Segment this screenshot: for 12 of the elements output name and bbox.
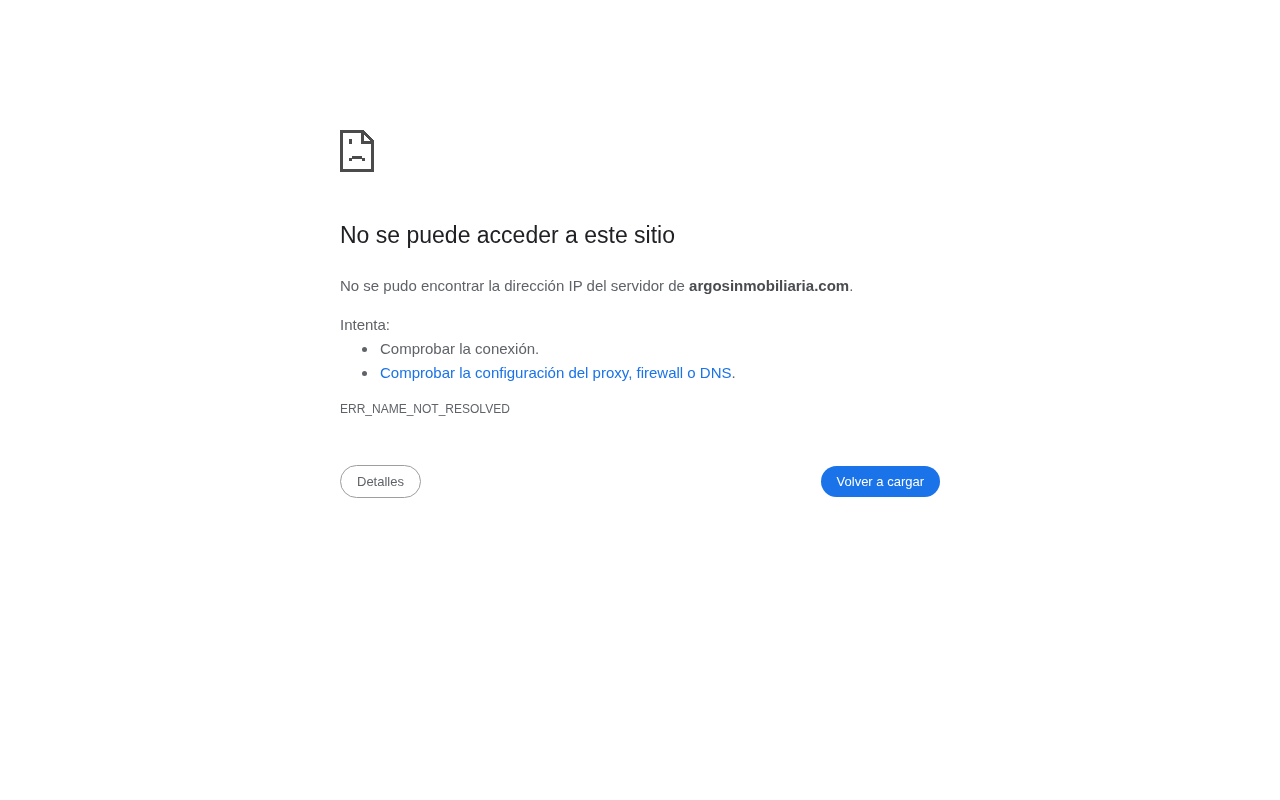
reload-button[interactable]: Volver a cargar (820, 466, 940, 497)
details-button[interactable]: Detalles (340, 465, 421, 498)
error-message: No se pudo encontrar la dirección IP del servidor de argosinmobiliaria.com. (340, 276, 855, 296)
sad-page-icon (340, 130, 374, 172)
suggestion-text: Comprobar la conexión. (380, 339, 540, 359)
bullet-icon (362, 346, 367, 352)
suggestions-heading: Intenta: (340, 315, 392, 335)
suggestion-text: Comprobar la configuración del proxy, firewall o DNS. (380, 363, 736, 383)
error-title: No se puede acceder a este sitio (340, 221, 676, 250)
proxy-settings-link[interactable]: Comprobar la configuración del proxy, firewall o DNS (380, 364, 732, 381)
bullet-icon (362, 370, 367, 376)
error-code: ERR_NAME_NOT_RESOLVED (340, 401, 511, 417)
